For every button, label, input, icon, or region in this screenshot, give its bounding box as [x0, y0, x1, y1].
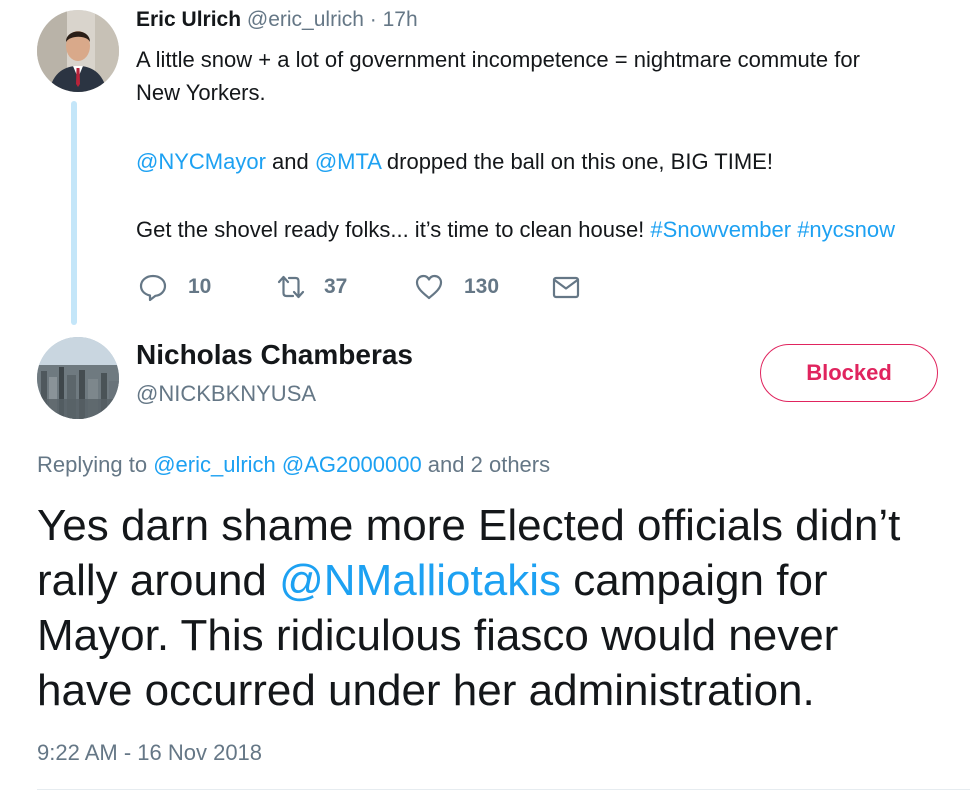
parent-text-line-3: @NYCMayor and @MTA dropped the ball on t… [136, 145, 773, 178]
reply-count: 10 [188, 275, 212, 298]
blocked-button[interactable]: Blocked [760, 344, 938, 402]
author-avatar-nicholas-chamberas[interactable] [37, 337, 119, 419]
reply-icon [139, 274, 167, 302]
replying-prefix: Replying to [37, 452, 154, 477]
heart-icon [415, 274, 443, 300]
hashtag-nycsnow[interactable]: #nycsnow [797, 217, 895, 242]
avatar-photo [37, 337, 119, 419]
mention-nycmayor[interactable]: @NYCMayor [136, 149, 266, 174]
parent-text-line-4: Get the shovel ready folks... it’s time … [136, 213, 895, 246]
reply-author-handle[interactable]: @NICKBKNYUSA [136, 381, 316, 407]
mention-mta[interactable]: @MTA [315, 149, 381, 174]
reply-text-line-3: Mayor. This ridiculous fiasco would neve… [37, 611, 839, 660]
retweet-icon [277, 275, 305, 299]
thread-connector-line [71, 101, 77, 325]
hashtag-snowvember[interactable]: #Snowvember [650, 217, 791, 242]
parent-text-line-2: New Yorkers. [136, 80, 266, 105]
reply-tweet-text: Yes darn shame more Elected officials di… [37, 498, 967, 718]
replying-to-line: Replying to @eric_ulrich @AG2000000 and … [37, 452, 550, 478]
author-avatar-eric-ulrich[interactable] [37, 10, 119, 92]
reply-action[interactable]: 10 [138, 270, 211, 304]
replying-mention-ag2000000[interactable]: @AG2000000 [282, 452, 422, 477]
envelope-icon [552, 276, 580, 299]
retweet-action[interactable]: 37 [276, 270, 347, 304]
direct-message-action[interactable] [551, 270, 581, 304]
reply-text-line-4: have occurred under her administration. [37, 666, 815, 715]
parent-text-line-1: A little snow + a lot of government inco… [136, 47, 860, 72]
replying-mention-eric-ulrich[interactable]: @eric_ulrich [153, 452, 276, 477]
reply-text-line-1: Yes darn shame more Elected officials di… [37, 501, 901, 550]
parent-text-line-4-body: Get the shovel ready folks... it’s time … [136, 217, 651, 242]
parent-author-handle[interactable]: @eric_ulrich [247, 8, 364, 31]
reply-text-line-2: rally around @NMalliotakis campaign for [37, 553, 967, 608]
reply-text-line-2-pre: rally around [37, 556, 280, 605]
parent-text-line-3-rest: dropped the ball on this one, BIG TIME! [380, 149, 773, 174]
header-separator: · [369, 8, 377, 31]
avatar-photo [37, 10, 119, 92]
parent-tweet-time[interactable]: 17h [383, 8, 418, 31]
like-count: 130 [464, 275, 500, 298]
bottom-divider [37, 789, 970, 790]
replying-suffix[interactable]: and 2 others [422, 452, 550, 477]
retweet-count: 37 [324, 275, 348, 298]
mention-nmalliotakis[interactable]: @NMalliotakis [279, 556, 561, 605]
and-text: and [265, 149, 315, 174]
like-action[interactable]: 130 [414, 270, 499, 304]
parent-author-name[interactable]: Eric Ulrich [136, 8, 241, 31]
reply-text-line-2-post: campaign for [560, 556, 828, 605]
reply-author-name[interactable]: Nicholas Chamberas [136, 339, 413, 371]
parent-tweet-header: Eric Ulrich @eric_ulrich · 17h [136, 8, 418, 32]
reply-timestamp[interactable]: 9:22 AM - 16 Nov 2018 [37, 740, 262, 766]
